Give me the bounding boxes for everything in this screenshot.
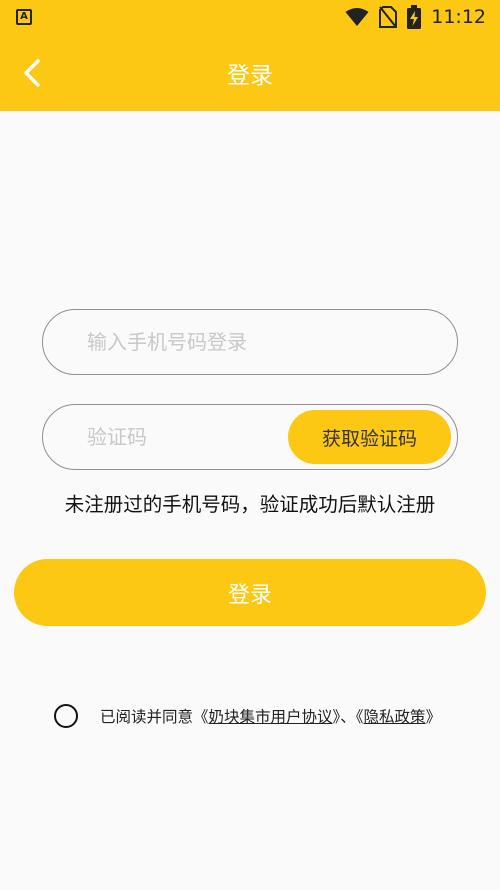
login-screen: A 11:12 登录 输入手机号码登录 验证码 获取验证码 未注册过的手机号码，… <box>0 0 500 890</box>
phone-input[interactable] <box>43 310 457 374</box>
agreement-separator: 》、《 <box>332 708 364 726</box>
user-agreement-link[interactable]: 奶块集市用户协议 <box>209 708 333 726</box>
chevron-left-icon <box>24 58 40 87</box>
status-indicators: 11:12 <box>345 5 486 29</box>
agreement-prefix: 已阅读并同意《 <box>100 708 209 726</box>
agreement-suffix: 》 <box>425 708 442 726</box>
wifi-icon <box>345 7 369 27</box>
status-bar: A 11:12 <box>0 0 500 34</box>
header-bar: 登录 <box>0 34 500 111</box>
no-sim-icon <box>379 6 398 28</box>
code-input-container: 获取验证码 <box>42 404 458 470</box>
agreement-checkbox[interactable] <box>54 704 78 728</box>
back-button[interactable] <box>14 51 50 95</box>
agreement-row: 已阅读并同意《奶块集市用户协议》、《隐私政策》 <box>54 702 494 730</box>
page-title: 登录 <box>227 62 273 89</box>
battery-charging-icon <box>407 5 422 29</box>
login-button[interactable]: 登录 <box>14 559 486 626</box>
verification-code-input[interactable] <box>43 405 283 469</box>
app-notification-icon: A <box>16 9 32 25</box>
privacy-policy-link[interactable]: 隐私政策 <box>364 708 426 726</box>
status-time: 11:12 <box>431 6 486 28</box>
get-code-button[interactable]: 获取验证码 <box>288 410 451 464</box>
agreement-text: 已阅读并同意《奶块集市用户协议》、《隐私政策》 <box>100 705 441 727</box>
phone-input-container <box>42 309 458 375</box>
register-hint: 未注册过的手机号码，验证成功后默认注册 <box>64 493 436 516</box>
